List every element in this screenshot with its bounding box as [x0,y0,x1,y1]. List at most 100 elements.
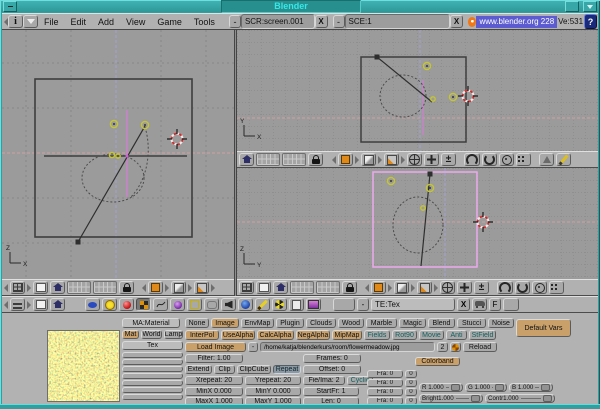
type-blend-button[interactable]: Blend [428,318,455,328]
proportional-edit-button[interactable] [516,153,531,166]
flag-stfield-button[interactable]: StField [469,330,496,340]
fieima-number-field[interactable]: Fie/Ima: 2 [303,376,345,385]
texture-buttons-tab[interactable] [136,298,151,311]
minx-number-field[interactable]: MinX 0.000 [185,387,243,396]
mode-next-icon[interactable] [355,156,359,164]
scene-name-field[interactable]: SCE:1 [345,14,451,29]
menu-tools[interactable]: Tools [188,17,221,27]
repeat-button[interactable]: Repeat [273,365,301,374]
radiosity-buttons-tab[interactable] [272,298,287,311]
lock-layers-button[interactable] [342,281,357,294]
flag-negalpha-button[interactable]: NegAlpha [296,330,330,340]
mode-prev-icon[interactable] [142,284,146,292]
center-view-button[interactable] [499,153,514,166]
fake-user-button[interactable]: F [489,298,501,311]
pivot-next-icon[interactable] [401,156,405,164]
view-buttons-tab[interactable] [85,298,100,311]
mode-prev-icon[interactable] [332,156,336,164]
edit-buttons-tab[interactable] [187,298,202,311]
window-titlebar[interactable]: Blender [1,1,599,12]
flag-fields-button[interactable]: Fields [364,330,390,340]
pivot-button[interactable] [384,153,399,166]
auto-name-button[interactable] [472,298,487,311]
menu-edit[interactable]: Edit [65,17,93,27]
size-button[interactable]: ± [474,281,489,294]
screen-delete-button[interactable]: X [315,15,328,28]
draw-mode-button[interactable] [338,153,353,166]
realtime-buttons-tab[interactable] [170,298,185,311]
rotate-button[interactable] [464,153,480,166]
world-buttons-tab[interactable] [238,298,253,311]
shading-button[interactable] [361,153,376,166]
titlebar-maximize-button[interactable] [565,1,579,12]
proportional-edit-button[interactable] [549,281,564,294]
header-scroll-left-icon[interactable] [4,284,8,292]
filter-number-field[interactable]: Filter: 1.00 [185,354,243,363]
slider-g[interactable]: G 1.000 [465,383,507,392]
scene-browse-button[interactable]: - [333,15,345,28]
menu-file[interactable]: File [38,17,65,27]
animation-buttons-tab[interactable] [153,298,168,311]
layer-buttons[interactable] [290,281,314,294]
flag-usealpha-button[interactable]: UseAlpha [221,330,255,340]
offset-number-field[interactable]: Offset: 0 [303,365,361,374]
rotate-trackball-button[interactable] [482,153,497,166]
website-link[interactable]: www.blender.org 228 [476,16,557,28]
reload-image-button[interactable]: Reload [463,342,497,352]
flag-rot90-button[interactable]: Rot90 [392,330,417,340]
texture-channel-slot[interactable] [122,387,183,393]
frames-number-field[interactable]: Frames: 0 [303,354,361,363]
window-type-button[interactable] [239,281,254,294]
lock-layers-button[interactable] [308,153,323,166]
default-vars-button[interactable]: Default Vars [516,319,571,337]
titlebar-menu-button[interactable] [3,1,17,12]
translate-button[interactable] [424,153,439,166]
fra-value-field[interactable]: 0 [405,388,417,396]
context-mat-button[interactable]: Mat [122,330,139,339]
type-stucci-button[interactable]: Stucci [457,318,486,328]
lamp-buttons-tab[interactable] [102,298,117,311]
extend-button[interactable]: Extend [185,365,212,374]
flag-movie-button[interactable]: Movie [419,330,444,340]
pack-image-button[interactable] [450,342,461,352]
lock-layers-button[interactable] [119,281,134,294]
shading-button[interactable] [394,281,409,294]
paint-buttons-tab[interactable] [255,298,270,311]
layer-buttons[interactable] [316,281,340,294]
script-buttons-tab[interactable] [289,298,304,311]
blank-button[interactable] [503,298,519,311]
viewport-front-canvas[interactable]: Z X [2,30,234,279]
flag-mipmap-button[interactable]: MipMap [332,330,362,340]
material-buttons-tab[interactable] [119,298,134,311]
texture-channel-slot[interactable] [122,394,183,400]
home-button[interactable] [50,298,65,311]
slider-contr[interactable]: Contr1.000 [485,394,555,403]
rotate-trackball-button[interactable] [515,281,530,294]
center-view-button[interactable] [532,281,547,294]
shading-next-icon[interactable] [411,284,415,292]
slider-r[interactable]: R 1.000 [419,383,463,392]
image-browse-button[interactable]: - [248,342,258,352]
camera-object[interactable] [76,126,145,244]
constraint-buttons-tab[interactable] [204,298,219,311]
fra-value-field[interactable]: 0 [405,370,417,378]
slider-knob[interactable] [471,395,480,402]
type-marble-button[interactable]: Marble [366,318,397,328]
clipcube-button[interactable]: ClipCube [237,365,271,374]
fullscreen-button[interactable] [33,281,48,294]
texture-channel-slot[interactable] [122,366,183,372]
image-users-button[interactable]: 2 [437,342,448,352]
layer-buttons[interactable] [67,281,91,294]
texture-channel-slot[interactable] [122,373,183,379]
miny-number-field[interactable]: MinY 0.000 [245,387,301,396]
flag-anti-button[interactable]: Anti [446,330,467,340]
titlebar-shade-button[interactable] [583,1,597,12]
context-world-button[interactable]: World [141,330,162,339]
fra-number-field[interactable]: Fra: 0 [367,379,403,387]
texture-browse-button[interactable]: - [357,298,369,311]
viewport-side-canvas[interactable]: Z Y [237,168,598,279]
viewport-top[interactable]: Y X [237,30,598,151]
yrepeat-number-field[interactable]: Yrepeat: 20 [245,376,301,385]
home-button[interactable] [239,153,254,166]
type-clouds-button[interactable]: Clouds [306,318,336,328]
